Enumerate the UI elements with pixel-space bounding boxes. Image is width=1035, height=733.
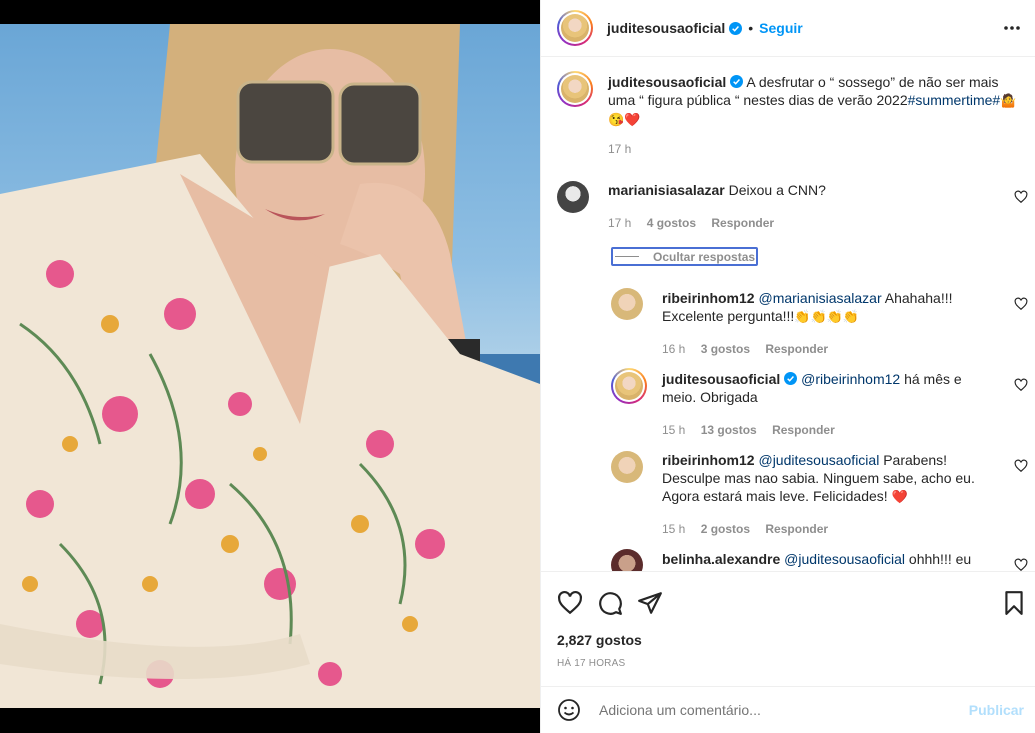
caption-author-avatar[interactable] bbox=[557, 71, 593, 107]
publish-button[interactable]: Publicar bbox=[969, 702, 1024, 718]
reply-text-block: juditesousaoficial @ribeirinhom12 há mês… bbox=[662, 370, 982, 406]
verified-badge-icon bbox=[729, 21, 743, 35]
reply-button[interactable]: Responder bbox=[765, 342, 828, 356]
emoji-icon[interactable] bbox=[557, 698, 581, 722]
post-header: juditesousaoficial • Seguir bbox=[541, 0, 1035, 57]
hide-replies-label: Ocultar respostas bbox=[653, 249, 756, 264]
heart-icon[interactable] bbox=[1014, 459, 1028, 473]
heart-icon[interactable] bbox=[1014, 190, 1028, 204]
comment-time: 17 h bbox=[608, 216, 632, 230]
reply-likes[interactable]: 13 gostos bbox=[701, 423, 757, 437]
reply-mention[interactable]: @ribeirinhom12 bbox=[801, 371, 900, 387]
reply-button[interactable]: Responder bbox=[765, 522, 828, 536]
add-comment-bar: Publicar bbox=[541, 686, 1035, 733]
reply-meta: 16 h 3 gostos Responder bbox=[662, 342, 840, 356]
post-time-ago: HÁ 17 HORAS bbox=[557, 658, 626, 669]
photo-illustration bbox=[0, 24, 540, 708]
comments-area[interactable]: juditesousaoficial A desfrutar o “ sosse… bbox=[541, 57, 1035, 571]
caption-username[interactable]: juditesousaoficial bbox=[608, 74, 726, 90]
bookmark-icon[interactable] bbox=[1001, 590, 1027, 616]
comment-text: Deixou a CNN? bbox=[728, 182, 826, 198]
follow-button[interactable]: Seguir bbox=[759, 20, 803, 36]
reply-text-block: belinha.alexandre @juditesousaoficial oh… bbox=[662, 550, 1002, 568]
post-image-panel bbox=[0, 0, 540, 733]
reply-avatar[interactable] bbox=[611, 451, 643, 483]
heart-icon[interactable] bbox=[1014, 378, 1028, 392]
verified-badge-icon bbox=[784, 372, 798, 385]
caption-hashtag[interactable]: #summertime# bbox=[908, 92, 1001, 108]
author-avatar[interactable] bbox=[557, 10, 593, 46]
heart-icon[interactable] bbox=[1014, 558, 1028, 571]
comment-likes[interactable]: 4 gostos bbox=[647, 216, 696, 230]
caption-avatar-image bbox=[561, 75, 589, 103]
caption-meta: 17 h bbox=[608, 142, 643, 156]
caption-time: 17 h bbox=[608, 142, 632, 156]
likes-count[interactable]: 2,827 gostos bbox=[557, 632, 642, 648]
reply-avatar[interactable] bbox=[611, 288, 643, 320]
reply-avatar[interactable] bbox=[611, 368, 647, 404]
caption-text-block: juditesousaoficial A desfrutar o “ sosse… bbox=[608, 73, 1018, 129]
post-photo[interactable] bbox=[0, 24, 540, 708]
comment-text-block: marianisiasalazar Deixou a CNN? bbox=[608, 181, 998, 199]
share-icon[interactable] bbox=[637, 590, 663, 616]
reply-username[interactable]: ribeirinhom12 bbox=[662, 290, 755, 306]
post-side-panel: juditesousaoficial • Seguir juditesousao… bbox=[540, 0, 1035, 733]
comment-input[interactable] bbox=[599, 702, 969, 718]
reply-meta: 15 h 13 gostos Responder bbox=[662, 423, 847, 437]
reply-emojis: 👏👏👏👏 bbox=[794, 309, 860, 324]
reply-time: 15 h bbox=[662, 423, 686, 437]
reply-mention[interactable]: @marianisiasalazar bbox=[758, 290, 881, 306]
more-options-icon[interactable] bbox=[1002, 18, 1022, 38]
reply-text-block: ribeirinhom12 @marianisiasalazar Ahahaha… bbox=[662, 289, 1002, 326]
reply-text-block: ribeirinhom12 @juditesousaoficial Parabe… bbox=[662, 451, 1002, 506]
comment-meta: 17 h 4 gostos Responder bbox=[608, 216, 786, 230]
hide-replies-button[interactable]: Ocultar respostas bbox=[611, 247, 758, 266]
heart-icon[interactable] bbox=[1014, 297, 1028, 311]
reply-text: ohhh!!! eu bbox=[905, 551, 972, 567]
reply-meta: 15 h 2 gostos Responder bbox=[662, 522, 840, 536]
verified-badge-icon bbox=[730, 75, 744, 88]
reply-time: 16 h bbox=[662, 342, 686, 356]
reply-mention[interactable]: @juditesousaoficial bbox=[784, 551, 905, 567]
comment-username[interactable]: marianisiasalazar bbox=[608, 182, 725, 198]
separator-dot: • bbox=[748, 20, 754, 36]
post-actions: 2,827 gostos HÁ 17 HORAS bbox=[541, 571, 1035, 686]
commenter-avatar[interactable] bbox=[557, 181, 589, 213]
reply-username[interactable]: juditesousaoficial bbox=[662, 371, 780, 387]
reply-time: 15 h bbox=[662, 522, 686, 536]
replies-divider-line bbox=[615, 256, 639, 257]
reply-mention[interactable]: @juditesousaoficial bbox=[758, 452, 879, 468]
comment-icon[interactable] bbox=[597, 590, 623, 616]
heart-icon[interactable] bbox=[557, 590, 583, 616]
reply-button[interactable]: Responder bbox=[772, 423, 835, 437]
author-username[interactable]: juditesousaoficial bbox=[607, 20, 725, 36]
reply-avatar[interactable] bbox=[611, 549, 643, 571]
reply-username[interactable]: belinha.alexandre bbox=[662, 551, 780, 567]
author-avatar-image bbox=[561, 14, 589, 42]
reply-emojis: ❤️ bbox=[891, 489, 908, 504]
reply-likes[interactable]: 2 gostos bbox=[701, 522, 750, 536]
reply-likes[interactable]: 3 gostos bbox=[701, 342, 750, 356]
reply-button[interactable]: Responder bbox=[711, 216, 774, 230]
reply-username[interactable]: ribeirinhom12 bbox=[662, 452, 755, 468]
reply-avatar-image bbox=[615, 372, 643, 400]
